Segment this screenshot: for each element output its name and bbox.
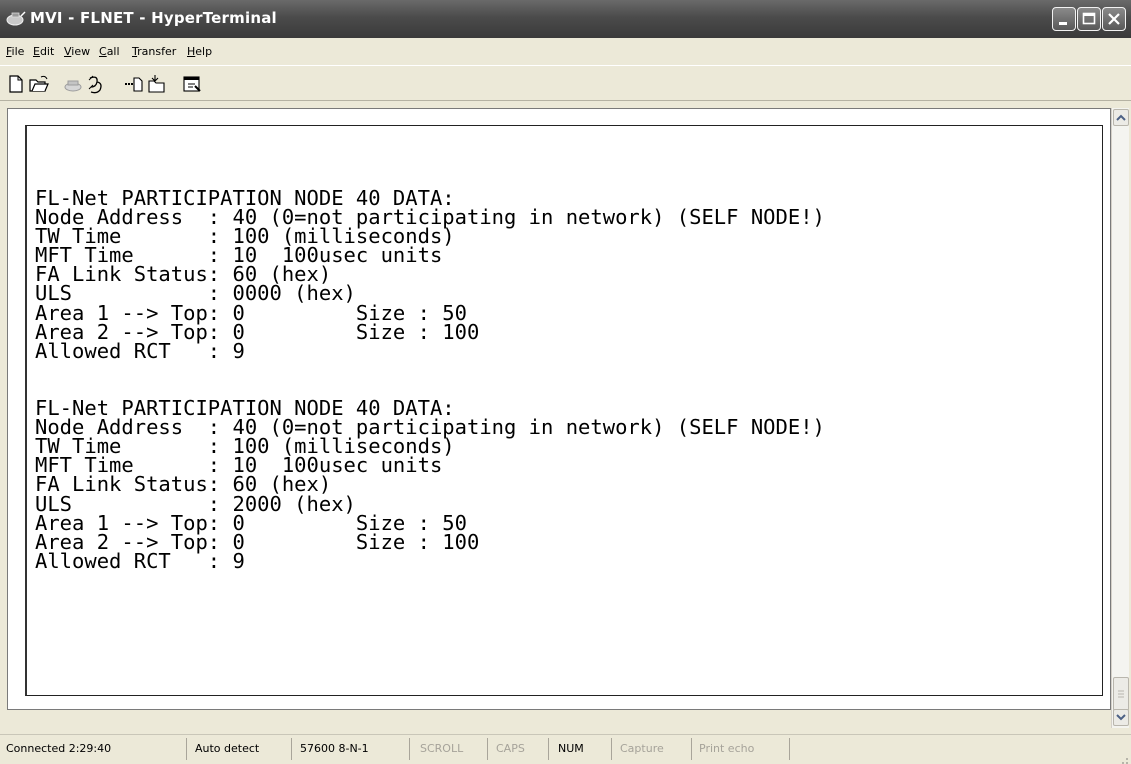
properties-icon[interactable] bbox=[181, 73, 203, 95]
menu-view[interactable]: View bbox=[64, 45, 90, 58]
menu-file[interactable]: File bbox=[6, 45, 24, 58]
receive-icon[interactable] bbox=[146, 73, 168, 95]
title-bar[interactable]: MVI - FLNET - HyperTerminal bbox=[0, 0, 1131, 38]
terminal-pane[interactable]: FL-Net PARTICIPATION NODE 40 DATA: Node A… bbox=[7, 108, 1111, 710]
maximize-button[interactable] bbox=[1077, 7, 1101, 31]
disconnect-icon[interactable] bbox=[85, 73, 107, 95]
status-num: NUM bbox=[558, 738, 612, 760]
scroll-up-button[interactable] bbox=[1113, 109, 1129, 126]
terminal-screen[interactable]: FL-Net PARTICIPATION NODE 40 DATA: Node A… bbox=[25, 125, 1103, 696]
new-icon[interactable] bbox=[5, 73, 27, 95]
send-icon[interactable] bbox=[123, 73, 145, 95]
status-print-echo: Print echo bbox=[699, 738, 790, 760]
toolbar bbox=[0, 65, 1131, 101]
menu-transfer[interactable]: Transfer bbox=[132, 45, 176, 58]
minimize-button[interactable] bbox=[1052, 7, 1076, 31]
maximize-icon bbox=[1082, 12, 1096, 25]
status-bar: Connected 2:29:40 Auto detect 57600 8-N-… bbox=[0, 734, 1131, 764]
bottom-spacer bbox=[0, 710, 1111, 732]
scrollbar-thumb[interactable] bbox=[1113, 677, 1129, 711]
terminal-output: FL-Net PARTICIPATION NODE 40 DATA: Node A… bbox=[35, 188, 825, 573]
terminal-line: Allowed RCT : 9 bbox=[35, 338, 245, 363]
resize-grip-icon[interactable] bbox=[1117, 750, 1129, 764]
vertical-scrollbar[interactable] bbox=[1111, 108, 1129, 728]
terminal-line: Allowed RCT : 9 bbox=[35, 548, 245, 573]
status-caps: CAPS bbox=[496, 738, 549, 760]
status-port-settings: 57600 8-N-1 bbox=[300, 738, 410, 760]
close-icon bbox=[1108, 13, 1120, 25]
hyperterminal-app-icon bbox=[6, 10, 26, 28]
chevron-up-icon bbox=[1116, 114, 1126, 121]
chevron-down-icon bbox=[1116, 714, 1126, 721]
close-button[interactable] bbox=[1102, 7, 1126, 31]
call-icon[interactable] bbox=[62, 73, 84, 95]
status-detect: Auto detect bbox=[195, 738, 292, 760]
menu-edit[interactable]: Edit bbox=[33, 45, 54, 58]
minimize-icon bbox=[1059, 22, 1067, 25]
menu-call[interactable]: Call bbox=[99, 45, 120, 58]
hyperterminal-window: MVI - FLNET - HyperTerminal File Edit Vi… bbox=[0, 0, 1131, 764]
open-icon[interactable] bbox=[28, 73, 50, 95]
window-title: MVI - FLNET - HyperTerminal bbox=[30, 9, 277, 27]
menu-bar: File Edit View Call Transfer Help bbox=[0, 38, 1131, 65]
menu-help[interactable]: Help bbox=[187, 45, 212, 58]
status-scroll: SCROLL bbox=[420, 738, 488, 760]
status-capture: Capture bbox=[620, 738, 692, 760]
scroll-down-button[interactable] bbox=[1113, 709, 1129, 726]
status-connected: Connected 2:29:40 bbox=[6, 738, 187, 760]
